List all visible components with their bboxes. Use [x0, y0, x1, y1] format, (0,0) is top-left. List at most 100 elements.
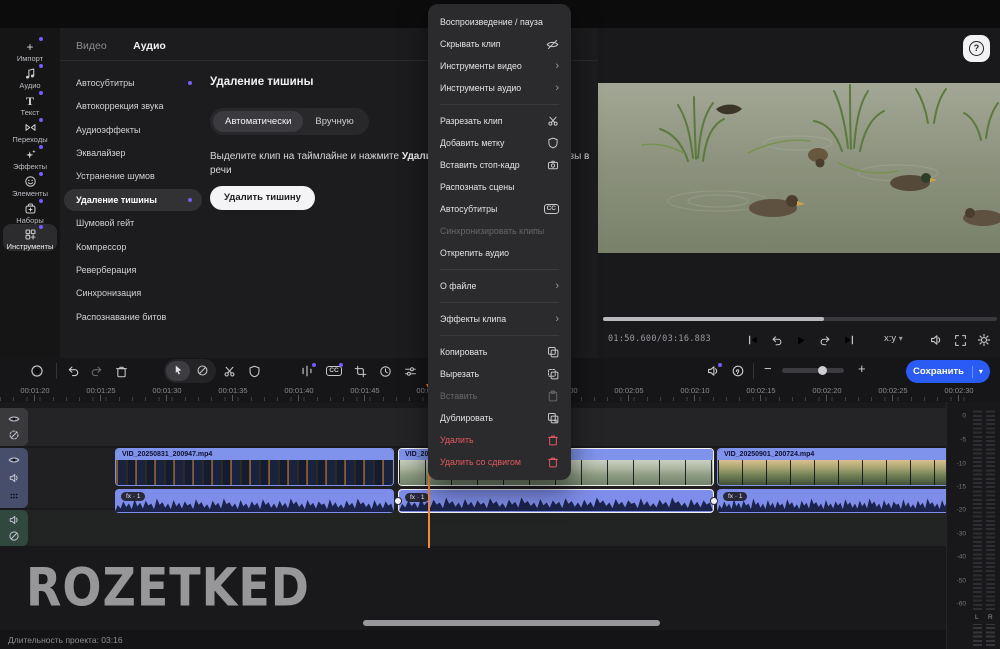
- menu-item-autosubtitles[interactable]: АвтосубтитрыCC: [428, 198, 571, 220]
- clip-trim-handle-left[interactable]: [394, 497, 402, 505]
- record-icon[interactable]: [26, 360, 48, 382]
- skip-start-icon[interactable]: [743, 330, 763, 350]
- skip-end-icon[interactable]: [839, 330, 859, 350]
- audio-clip-2-selected[interactable]: fx · 1: [398, 489, 714, 513]
- audio-clip-3[interactable]: fx · 1: [717, 489, 959, 513]
- voice-speaker-icon[interactable]: [702, 360, 724, 382]
- video-clip-1[interactable]: VID_20250831_200947.mp4: [115, 448, 394, 486]
- menu-item-add-marker[interactable]: Добавить метку: [428, 132, 571, 154]
- tab-video[interactable]: Видео: [76, 40, 107, 52]
- list-item-noise-gate[interactable]: Шумовой гейт: [64, 212, 202, 234]
- settings-gear-icon[interactable]: [974, 330, 994, 350]
- speaker-icon[interactable]: [8, 472, 20, 484]
- zoom-out-icon[interactable]: −: [764, 361, 772, 376]
- mode-auto-segment[interactable]: Автоматически: [213, 111, 303, 132]
- music-note-icon: [3, 65, 57, 80]
- menu-item-clip-effects[interactable]: Эффекты клипа›: [428, 308, 571, 330]
- menu-item-video-tools[interactable]: Инструменты видео›: [428, 55, 571, 77]
- gesture-icon[interactable]: [727, 360, 749, 382]
- aspect-ratio-dropdown[interactable]: x:y ▾: [884, 333, 903, 344]
- speed-icon[interactable]: [374, 360, 396, 382]
- list-item-beat-detection[interactable]: Распознавание битов: [64, 306, 202, 328]
- sidebar-item-kits[interactable]: Наборы: [3, 198, 57, 224]
- ruler-label: 00:02:20: [812, 386, 841, 395]
- track-lane-music[interactable]: [0, 510, 965, 546]
- scissors-icon[interactable]: [218, 360, 240, 382]
- menu-item-duplicate[interactable]: Дублировать: [428, 407, 571, 429]
- save-button[interactable]: Сохранить ▾: [906, 360, 990, 383]
- sidebar-item-elements[interactable]: Элементы: [3, 171, 57, 197]
- list-item-sync[interactable]: Синхронизация: [64, 282, 202, 304]
- menu-item-insert-freeze-frame[interactable]: Вставить стоп-кадр: [428, 154, 571, 176]
- timeline-zoom-slider[interactable]: [782, 368, 844, 373]
- sidebar-item-text[interactable]: T Текст: [3, 90, 57, 116]
- volume-icon[interactable]: [926, 330, 946, 350]
- menu-item-detect-scenes[interactable]: Распознать сцены: [428, 176, 571, 198]
- menu-item-copy[interactable]: Копировать: [428, 341, 571, 363]
- list-item-noise-removal[interactable]: Устранение шумов: [64, 165, 202, 187]
- fx-badge[interactable]: fx · 1: [723, 492, 747, 501]
- sidebar-item-label: Переходы: [3, 135, 57, 144]
- link-off-icon[interactable]: [8, 429, 20, 441]
- fullscreen-icon[interactable]: [950, 330, 970, 350]
- sidebar-item-transitions[interactable]: Переходы: [3, 117, 57, 143]
- playback-progress-bar[interactable]: [603, 317, 997, 321]
- sidebar-item-tools[interactable]: Инструменты: [3, 224, 57, 251]
- list-item-silence-removal[interactable]: Удаление тишины: [64, 189, 202, 211]
- menu-item-detach-audio[interactable]: Открепить аудио: [428, 242, 571, 264]
- adjust-sliders-icon[interactable]: [399, 360, 421, 382]
- crop-icon[interactable]: [349, 360, 371, 382]
- step-forward-icon[interactable]: [815, 330, 835, 350]
- pointer-tool-icon[interactable]: [167, 359, 189, 381]
- list-item-reverb[interactable]: Реверберация: [64, 259, 202, 281]
- delete-icon[interactable]: [110, 360, 132, 382]
- slash-circle-tool-icon[interactable]: [191, 359, 213, 381]
- fx-badge[interactable]: fx · 1: [121, 492, 145, 501]
- speaker-icon[interactable]: [8, 514, 20, 526]
- snap-dots-icon[interactable]: [8, 490, 20, 502]
- fx-badge[interactable]: fx · 1: [405, 493, 429, 502]
- menu-item-sync-clips[interactable]: Синхронизировать клипы: [428, 220, 571, 242]
- menu-item-delete[interactable]: Удалить: [428, 429, 571, 451]
- video-clip-3[interactable]: VID_20250901_200724.mp4: [717, 448, 959, 486]
- horizontal-scrollbar[interactable]: [363, 620, 660, 626]
- play-icon[interactable]: [790, 330, 810, 350]
- list-item-audio-effects[interactable]: Аудиоэффекты: [64, 119, 202, 141]
- app-window: + Импорт Аудио T Текст Переходы Эффекты …: [0, 0, 1000, 649]
- chevron-down-icon[interactable]: ▾: [979, 367, 983, 376]
- menu-item-paste[interactable]: Вставить: [428, 385, 571, 407]
- ruler-label: 00:02:10: [680, 386, 709, 395]
- sidebar-item-audio[interactable]: Аудио: [3, 63, 57, 89]
- sidebar-item-import[interactable]: + Импорт: [3, 36, 57, 62]
- redo-icon[interactable]: [86, 360, 108, 382]
- tab-audio[interactable]: Аудио: [133, 40, 166, 52]
- remove-silence-button[interactable]: Удалить тишину: [210, 186, 315, 210]
- subtitles-cc-icon[interactable]: CC: [323, 360, 345, 382]
- menu-item-audio-tools[interactable]: Инструменты аудио›: [428, 77, 571, 99]
- zoom-slider-thumb[interactable]: [818, 366, 827, 375]
- audio-levels-icon[interactable]: [296, 360, 318, 382]
- menu-item-delete-with-shift[interactable]: Удалить со сдвигом: [428, 451, 571, 473]
- audio-clip-1[interactable]: fx · 1: [115, 489, 394, 513]
- marker-shield-icon[interactable]: [243, 360, 265, 382]
- eye-icon[interactable]: [8, 413, 20, 425]
- menu-item-hide-clip[interactable]: Скрывать клип: [428, 33, 571, 55]
- mode-manual-segment[interactable]: Вручную: [303, 111, 365, 132]
- menu-item-cut[interactable]: Вырезать: [428, 363, 571, 385]
- clip-trim-handle-right[interactable]: [710, 497, 718, 505]
- list-item-autosubtitles[interactable]: Автосубтитры: [64, 72, 202, 94]
- list-item-compressor[interactable]: Компрессор: [64, 236, 202, 258]
- eye-icon[interactable]: [8, 454, 20, 466]
- list-item-autocorrection[interactable]: Автокоррекция звука: [64, 95, 202, 117]
- sidebar-item-label: Импорт: [3, 54, 57, 63]
- menu-item-split-clip[interactable]: Разрезать клип: [428, 110, 571, 132]
- menu-item-play-pause[interactable]: Воспроизведение / пауза: [428, 11, 571, 33]
- list-item-equalizer[interactable]: Эквалайзер: [64, 142, 202, 164]
- zoom-in-icon[interactable]: +: [858, 361, 866, 376]
- step-back-icon[interactable]: [766, 330, 786, 350]
- slash-circle-icon[interactable]: [8, 530, 20, 542]
- menu-item-about-file[interactable]: О файле›: [428, 275, 571, 297]
- sidebar-item-effects[interactable]: Эффекты: [3, 144, 57, 170]
- help-button[interactable]: ?: [963, 35, 990, 62]
- undo-icon[interactable]: [62, 360, 84, 382]
